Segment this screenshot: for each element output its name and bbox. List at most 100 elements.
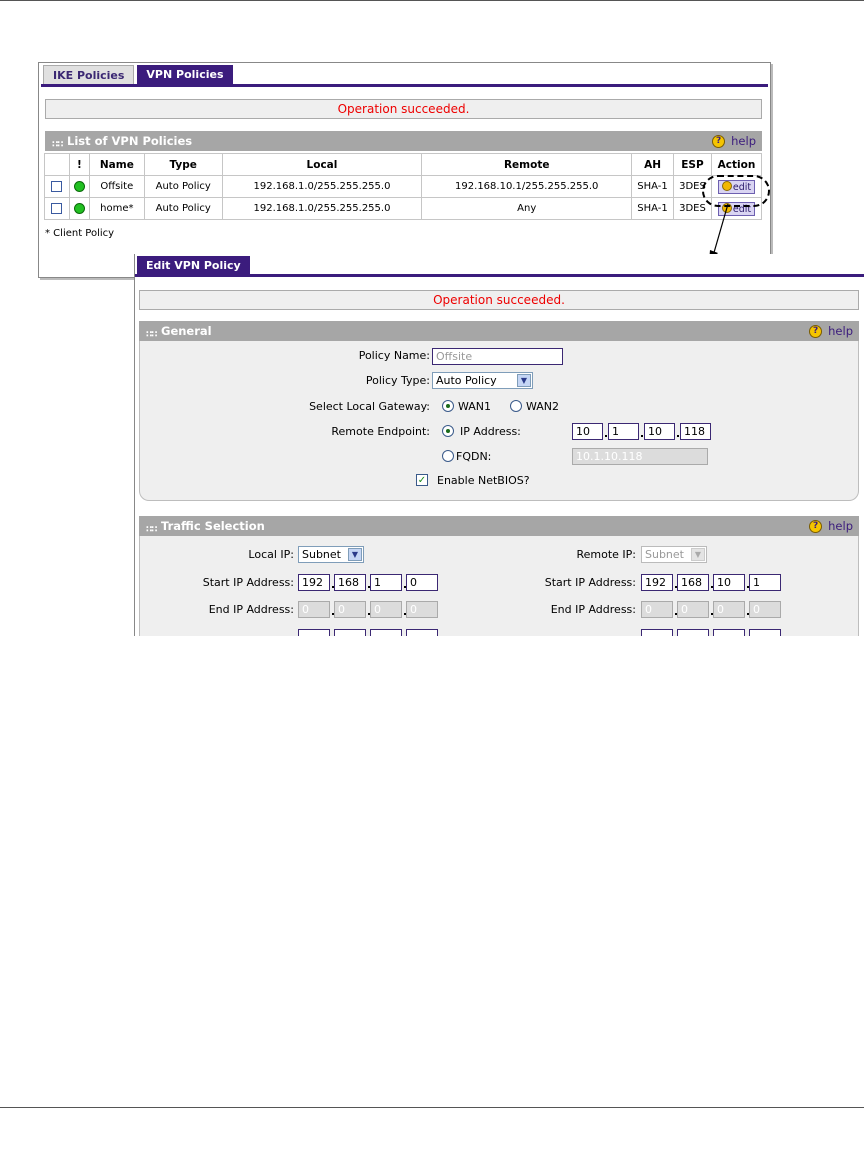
local-start-octet-3[interactable]: 1 — [370, 574, 402, 591]
remote-ip-octet-1[interactable]: 10 — [572, 423, 603, 440]
local-start-octet-1[interactable]: 192 — [298, 574, 330, 591]
local-gateway-label: Select Local Gateway: — [309, 400, 430, 413]
remote-mask-octet-3[interactable] — [713, 629, 745, 636]
grip-icon: ∷∷ — [52, 140, 63, 150]
ip-address-label: IP Address: — [460, 425, 521, 438]
tab-underline — [135, 274, 864, 277]
remote-start-octet-3[interactable]: 10 — [713, 574, 745, 591]
tab-ike-policies[interactable]: IKE Policies — [43, 65, 135, 84]
remote-end-octet-3[interactable]: 0 — [713, 601, 745, 618]
remote-start-octet-1[interactable]: 192 — [641, 574, 673, 591]
help-label: help — [731, 134, 756, 148]
edit-vpn-policy-window: Edit VPN Policy Operation succeeded. ∷∷ … — [134, 254, 864, 636]
remote-ip-label: Remote IP: — [576, 548, 636, 561]
wan2-radio[interactable] — [510, 400, 522, 412]
remote-ip-octet-4[interactable]: 118 — [680, 423, 711, 440]
local-ip-select[interactable]: Subnet ▼ — [298, 546, 364, 563]
section-title: Traffic Selection — [161, 519, 265, 533]
ip-address-radio[interactable] — [442, 425, 454, 437]
help-link[interactable]: ? help — [809, 516, 853, 536]
status-dot-icon — [73, 202, 85, 214]
table-header-row: ! Name Type Local Remote AH ESP Action — [44, 153, 763, 176]
help-link[interactable]: ? help — [712, 131, 756, 151]
policy-type-value: Auto Policy — [436, 374, 497, 387]
remote-mask-octet-1[interactable] — [641, 629, 673, 636]
traffic-panel: Local IP: Subnet ▼ Start IP Address: 192… — [139, 536, 859, 636]
cell-remote: 192.168.10.1/255.255.255.0 — [421, 175, 633, 198]
remote-mask-octet-4[interactable] — [749, 629, 781, 636]
help-icon: ? — [712, 134, 726, 148]
chevron-down-icon: ▼ — [348, 548, 362, 561]
col-type: Type — [143, 153, 223, 176]
local-end-octet-2[interactable]: 0 — [334, 601, 366, 618]
remote-endpoint-label: Remote Endpoint: — [331, 425, 430, 438]
col-status: ! — [68, 153, 90, 176]
local-mask-octet-1[interactable] — [298, 629, 330, 636]
col-select — [44, 153, 70, 176]
remote-start-octet-4[interactable]: 1 — [749, 574, 781, 591]
policy-type-label: Policy Type: — [365, 374, 430, 387]
fqdn-input[interactable]: 10.1.10.118 — [572, 448, 708, 465]
netbios-checkbox[interactable]: ✓ — [416, 474, 428, 486]
vpn-policies-window: IKE Policies VPN Policies Operation succ… — [38, 62, 771, 278]
col-name: Name — [88, 153, 145, 176]
help-icon: ? — [809, 324, 823, 338]
row-checkbox[interactable] — [51, 202, 63, 214]
local-end-octet-3[interactable]: 0 — [370, 601, 402, 618]
tab-vpn-policies[interactable]: VPN Policies — [137, 65, 233, 84]
chevron-down-icon: ▼ — [517, 374, 531, 387]
help-label: help — [828, 519, 853, 533]
local-start-octet-2[interactable]: 168 — [334, 574, 366, 591]
wan1-radio[interactable] — [442, 400, 454, 412]
local-start-ip-label: Start IP Address: — [202, 576, 294, 589]
help-label: help — [828, 324, 853, 338]
remote-end-ip-label: End IP Address: — [550, 603, 636, 616]
status-message: Operation succeeded. — [139, 290, 859, 310]
remote-end-octet-1[interactable]: 0 — [641, 601, 673, 618]
status-dot-icon — [73, 180, 85, 192]
remote-ip-value: Subnet — [645, 548, 684, 561]
ip-dot — [641, 435, 643, 437]
tab-bar: IKE Policies VPN Policies — [43, 65, 233, 84]
local-end-octet-1[interactable]: 0 — [298, 601, 330, 618]
cell-ah: SHA-1 — [631, 197, 674, 220]
local-mask-octet-4[interactable] — [406, 629, 438, 636]
chevron-down-icon: ▼ — [691, 548, 705, 561]
local-end-ip-label: End IP Address: — [208, 603, 294, 616]
local-ip-label: Local IP: — [248, 548, 294, 561]
col-action: Action — [710, 153, 763, 176]
local-end-octet-4[interactable]: 0 — [406, 601, 438, 618]
col-esp: ESP — [673, 153, 712, 176]
local-mask-octet-2[interactable] — [334, 629, 366, 636]
remote-mask-octet-2[interactable] — [677, 629, 709, 636]
wan2-label: WAN2 — [526, 400, 560, 413]
remote-ip-octet-2[interactable]: 1 — [608, 423, 639, 440]
cell-local: 192.168.1.0/255.255.255.0 — [221, 175, 423, 198]
remote-ip-octet-3[interactable]: 10 — [644, 423, 675, 440]
tab-underline — [41, 84, 768, 87]
help-icon: ? — [809, 519, 823, 533]
policy-type-select[interactable]: Auto Policy ▼ — [432, 372, 533, 389]
row-checkbox[interactable] — [51, 180, 63, 192]
section-header-traffic: ∷∷ Traffic Selection ? help — [139, 516, 859, 536]
col-local: Local — [221, 153, 423, 176]
section-header-list: ∷∷ List of VPN Policies ? help — [45, 131, 762, 151]
tab-edit-vpn-policy[interactable]: Edit VPN Policy — [137, 256, 250, 275]
local-start-octet-4[interactable]: 0 — [406, 574, 438, 591]
cell-ah: SHA-1 — [631, 175, 674, 198]
remote-end-octet-2[interactable]: 0 — [677, 601, 709, 618]
remote-start-ip-label: Start IP Address: — [544, 576, 636, 589]
remote-ip-select[interactable]: Subnet ▼ — [641, 546, 707, 563]
netbios-label: Enable NetBIOS? — [437, 474, 530, 487]
help-link[interactable]: ? help — [809, 321, 853, 341]
fqdn-radio[interactable] — [442, 450, 454, 462]
section-title: General — [161, 324, 212, 338]
remote-start-octet-2[interactable]: 168 — [677, 574, 709, 591]
status-message: Operation succeeded. — [45, 99, 762, 119]
cell-name: Offsite — [88, 175, 145, 198]
policy-name-input[interactable]: Offsite — [432, 348, 563, 365]
table-row: Offsite Auto Policy 192.168.1.0/255.255.… — [44, 175, 763, 198]
local-mask-octet-3[interactable] — [370, 629, 402, 636]
remote-end-octet-4[interactable]: 0 — [749, 601, 781, 618]
edit-tab-bar: Edit VPN Policy — [137, 256, 250, 275]
